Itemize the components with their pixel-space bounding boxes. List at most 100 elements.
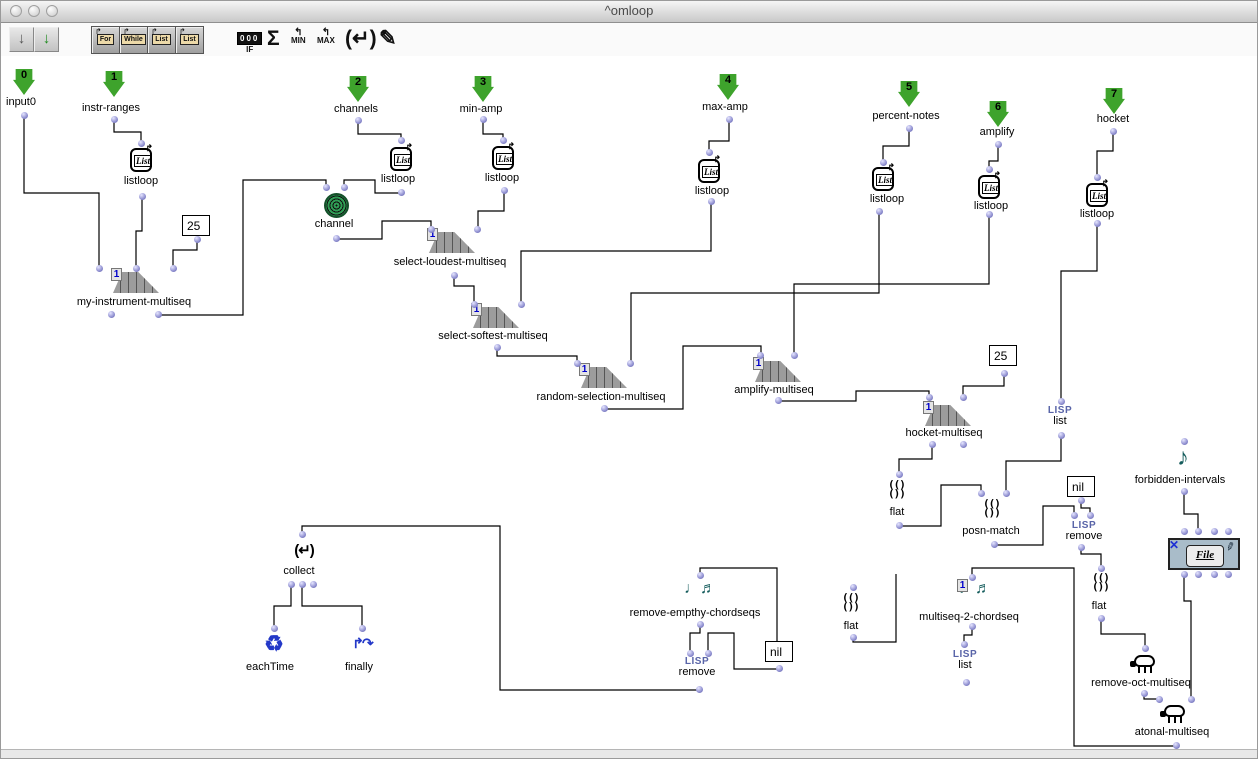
inlet-port[interactable] xyxy=(791,352,798,359)
inlet-port[interactable] xyxy=(1142,645,1149,652)
listloop-acc-button[interactable]: ↱List xyxy=(175,26,204,54)
inlet-port[interactable] xyxy=(960,394,967,401)
outlet-port[interactable] xyxy=(108,311,115,318)
value-box[interactable]: nil xyxy=(1067,476,1095,497)
eachtime-recycle-icon[interactable]: ♻ xyxy=(264,633,284,655)
patch-cord-num-25-b-to-hocket-multiseq[interactable] xyxy=(963,374,1004,396)
outlet-port[interactable] xyxy=(991,541,998,548)
outlet-port[interactable] xyxy=(1181,488,1188,495)
listloop-button[interactable]: ↱List xyxy=(147,26,176,54)
outlet-port[interactable] xyxy=(960,441,967,448)
patch-cord-listloop-7-to-lisp-list-1[interactable] xyxy=(1061,224,1097,400)
outlet-port[interactable] xyxy=(501,187,508,194)
inlet-port[interactable] xyxy=(96,265,103,272)
inlet-port[interactable] xyxy=(1211,528,1218,535)
inlet-port[interactable] xyxy=(428,226,435,233)
inlet-port[interactable] xyxy=(341,184,348,191)
outlet-port[interactable] xyxy=(1181,571,1188,578)
inlet-port[interactable] xyxy=(500,137,507,144)
outlet-port[interactable] xyxy=(1058,432,1065,439)
patch-cord-forbidden-intervals-to-file-box[interactable] xyxy=(1184,492,1198,530)
inlet-port[interactable] xyxy=(398,137,405,144)
lisp-function-name[interactable]: remove xyxy=(679,666,716,678)
outlet-port[interactable] xyxy=(601,405,608,412)
listloop-icon[interactable]: List↱ xyxy=(130,148,152,172)
sheep-icon[interactable] xyxy=(1159,703,1187,724)
outlet-port[interactable] xyxy=(1001,370,1008,377)
sum-icon[interactable]: Σ xyxy=(267,28,280,50)
collect-icon[interactable]: (↵) xyxy=(294,541,314,559)
outlet-port[interactable] xyxy=(111,116,118,123)
outlet-port[interactable] xyxy=(310,581,317,588)
patch-cord-flat-1-to-posn-match[interactable] xyxy=(899,485,981,526)
sheep-icon[interactable] xyxy=(1129,653,1157,674)
patch-cord-remove-empthy-chordseqs-to-lisp-remove-2[interactable] xyxy=(690,625,700,652)
collect-icon[interactable]: (↵) xyxy=(345,28,377,50)
outlet-port[interactable] xyxy=(697,621,704,628)
patch-cord-listloop-4-to-select-softest-multiseq[interactable] xyxy=(521,202,711,303)
inlet-port[interactable] xyxy=(474,226,481,233)
file-writer-box[interactable]: ✕File✎ xyxy=(1168,538,1240,570)
patch-cord-lisp-remove-1-to-flat-3[interactable] xyxy=(1081,548,1101,567)
listloop-icon[interactable]: List↱ xyxy=(978,175,1000,199)
patch-cord-channels-to-listloop-2[interactable] xyxy=(358,121,401,139)
outlet-port[interactable] xyxy=(1195,571,1202,578)
value-box[interactable]: nil xyxy=(765,641,793,662)
outlet-port[interactable] xyxy=(896,522,903,529)
pen-icon[interactable]: ✎ xyxy=(379,28,397,50)
inlet-port[interactable] xyxy=(978,490,985,497)
inlet-port[interactable] xyxy=(323,184,330,191)
outlet-port[interactable] xyxy=(1141,690,1148,697)
patch-cord-instr-ranges-to-listloop-1[interactable] xyxy=(114,120,141,142)
patch-cord-listloop-1-to-my-instrument-multiseq[interactable] xyxy=(136,197,142,267)
lisp-function-name[interactable]: list xyxy=(958,659,971,671)
inlet-port[interactable] xyxy=(1071,512,1078,519)
outlet-port[interactable] xyxy=(480,116,487,123)
finally-arrows-icon[interactable]: ↱↷ xyxy=(352,633,371,653)
min-icon[interactable]: ↰MIN xyxy=(291,28,306,45)
outlet-port[interactable] xyxy=(995,141,1002,148)
patch-cord-percent-notes-to-listloop-5[interactable] xyxy=(883,129,909,161)
patch-cord-select-softest-multiseq-to-random-selection-multiseq[interactable] xyxy=(497,348,577,362)
down-arrow-green-button[interactable]: ↓ xyxy=(34,27,59,52)
inlet-port[interactable] xyxy=(627,360,634,367)
outlet-port[interactable] xyxy=(776,665,783,672)
outlet-port[interactable] xyxy=(1078,497,1085,504)
patch-cord-listloop-5-to-random-selection-multiseq[interactable] xyxy=(631,212,879,362)
patch-cord-max-amp-to-listloop-4[interactable] xyxy=(709,120,729,151)
outlet-port[interactable] xyxy=(1110,128,1117,135)
outlet-port[interactable] xyxy=(1225,571,1232,578)
outlet-port[interactable] xyxy=(1173,742,1180,749)
inlet-port[interactable] xyxy=(1003,490,1010,497)
inlet-port[interactable] xyxy=(1225,528,1232,535)
inlet-port[interactable] xyxy=(138,140,145,147)
inlet-port[interactable] xyxy=(1098,565,1105,572)
blue-x-icon[interactable]: ✕ xyxy=(1169,538,1179,552)
inlet-port[interactable] xyxy=(1188,696,1195,703)
down-arrow-gray-button[interactable]: ↓ xyxy=(9,27,34,52)
patch-cord-collect-to-finally[interactable] xyxy=(302,585,362,627)
chord-notes-icon[interactable]: ♩♬ xyxy=(684,579,716,599)
inlet-port[interactable] xyxy=(518,301,525,308)
patch-cord-lisp-list-1-to-posn-match[interactable] xyxy=(1006,436,1061,492)
outlet-port[interactable] xyxy=(194,236,201,243)
outlet-port[interactable] xyxy=(696,686,703,693)
patch-cord-min-amp-to-listloop-3[interactable] xyxy=(483,120,503,139)
outlet-port[interactable] xyxy=(139,193,146,200)
outlet-port[interactable] xyxy=(398,189,405,196)
outlet-port[interactable] xyxy=(963,679,970,686)
value-box[interactable]: 25 xyxy=(989,345,1017,366)
outlet-port[interactable] xyxy=(355,117,362,124)
inlet-port[interactable] xyxy=(299,531,306,538)
inlet-port[interactable] xyxy=(705,650,712,657)
inlet-port[interactable] xyxy=(359,625,366,632)
listloop-icon[interactable]: List↱ xyxy=(698,159,720,183)
whileloop-button[interactable]: ↱While xyxy=(119,26,148,54)
max-icon[interactable]: ↰MAX xyxy=(317,28,335,45)
outlet-port[interactable] xyxy=(299,581,306,588)
inlet-port[interactable] xyxy=(969,574,976,581)
patch-cord-listloop-3-to-select-loudest-multiseq[interactable] xyxy=(478,191,504,228)
inlet-port[interactable] xyxy=(471,301,478,308)
lisp-function-name[interactable]: list xyxy=(1053,415,1066,427)
inlet-port[interactable] xyxy=(926,394,933,401)
